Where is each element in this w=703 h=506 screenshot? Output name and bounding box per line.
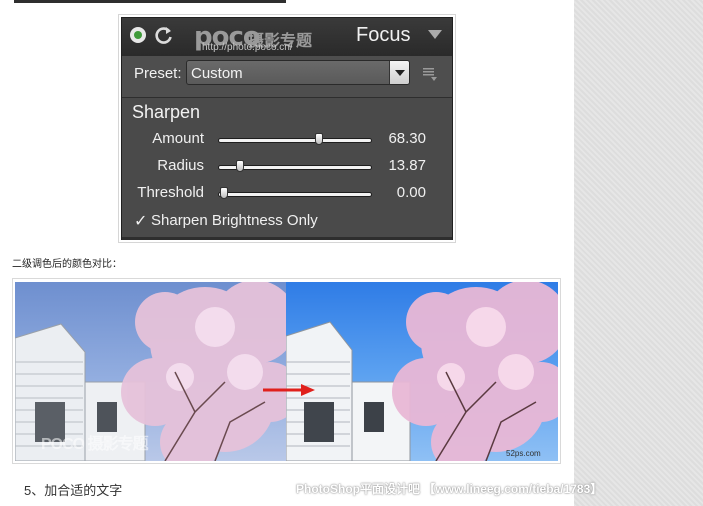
watermark-right: 52ps.com <box>506 449 541 458</box>
slider-value: 68.30 <box>388 130 426 147</box>
panel-header: poco 摄影专题 http://photo.poco.cn/ Focus <box>122 18 452 56</box>
panel-title: Focus <box>356 24 411 46</box>
slider-thumb[interactable] <box>236 160 245 172</box>
focus-panel: poco 摄影专题 http://photo.poco.cn/ Focus Pr… <box>121 17 453 240</box>
slider-amount: Amount 68.30 <box>122 128 452 150</box>
photo-after: 52ps.com <box>286 282 558 461</box>
chevron-down-icon[interactable] <box>389 61 409 84</box>
slider-track[interactable] <box>218 160 372 172</box>
slider-label: Radius <box>157 157 204 174</box>
list-menu-icon[interactable] <box>422 66 438 82</box>
checkbox-label: Sharpen Brightness Only <box>151 212 318 229</box>
slider-thumb[interactable] <box>219 187 228 199</box>
preset-label: Preset: <box>134 65 182 82</box>
section-title: Sharpen <box>132 102 201 122</box>
comparison-caption: 二级调色后的颜色对比： <box>12 259 122 270</box>
sidebar-background <box>574 0 703 506</box>
slider-track[interactable] <box>218 133 372 145</box>
slider-thumb[interactable] <box>315 133 324 145</box>
step-title: 5、加合适的文字 <box>24 483 123 498</box>
logo-url: http://photo.poco.cn/ <box>202 42 293 53</box>
panel-bottom-edge <box>122 237 452 240</box>
slider-value: 13.87 <box>388 157 426 174</box>
slider-label: Amount <box>152 130 204 147</box>
watermark-left: POCO 摄影专题 <box>41 436 149 453</box>
preset-dropdown[interactable]: Custom <box>186 60 410 85</box>
footer-watermark: PhotoShop平面设计吧 【www.lineeg.com/tieba/178… <box>296 482 603 496</box>
refresh-icon[interactable] <box>154 25 174 45</box>
comparison-image: POCO 摄影专题 52ps.com <box>12 278 561 464</box>
preset-row: Preset: Custom <box>122 56 452 98</box>
focus-panel-screenshot: poco 摄影专题 http://photo.poco.cn/ Focus Pr… <box>118 14 456 243</box>
slider-label: Threshold <box>137 184 204 201</box>
power-icon[interactable] <box>130 27 146 43</box>
slider-radius: Radius 13.87 <box>122 155 452 177</box>
slider-track[interactable] <box>218 187 372 199</box>
previous-image-edge <box>14 0 286 3</box>
triangle-down-icon[interactable] <box>428 30 442 39</box>
photo-before: POCO 摄影专题 <box>15 282 286 461</box>
arrow-right-icon <box>263 384 315 396</box>
slider-threshold: Threshold 0.00 <box>122 182 452 204</box>
preset-value: Custom <box>191 65 243 82</box>
check-icon[interactable]: ✓ <box>134 211 147 231</box>
after-scene <box>286 282 558 461</box>
slider-value: 0.00 <box>396 184 426 201</box>
